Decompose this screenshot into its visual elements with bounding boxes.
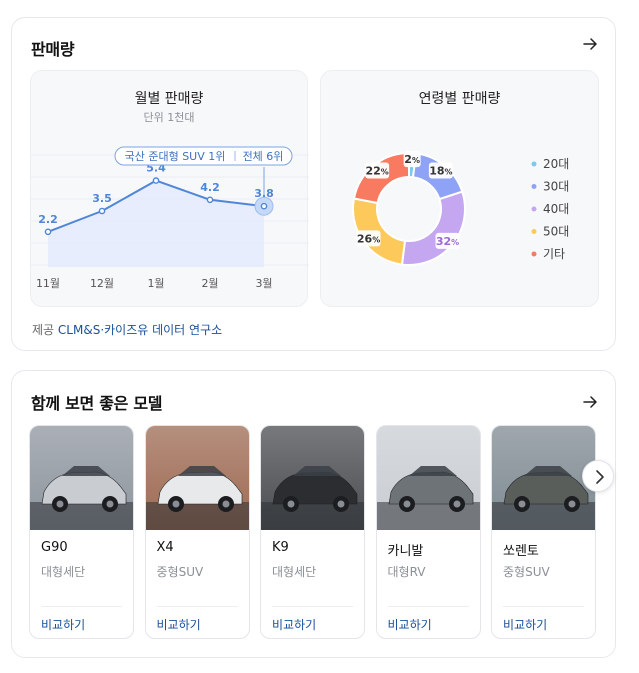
donut-slice [400, 190, 466, 266]
model-photo [261, 426, 364, 530]
legend-swatch [531, 251, 537, 257]
badge-segment-rank: 국산 준대형 SUV 1위 [125, 150, 226, 163]
legend-label: 20대 [543, 157, 569, 171]
data-label: 3.5 [92, 192, 112, 205]
x-tick-label: 3월 [255, 277, 272, 290]
model-card[interactable]: K9 대형세단비교하기 [260, 425, 365, 639]
data-point [206, 196, 214, 204]
data-point [260, 202, 268, 210]
data-source: 제공 CLM&S·카이즈유 데이터 연구소 [32, 321, 222, 338]
monthly-line-chart: 2.211월3.512월5.41월4.22월3.83월국산 준대형 SUV 1위… [31, 146, 309, 290]
source-name[interactable]: CLM&S·카이즈유 데이터 연구소 [58, 323, 222, 337]
model-name: 카니발 [387, 544, 424, 559]
legend-label: 30대 [543, 180, 569, 194]
data-label: 4.2 [200, 181, 220, 194]
legend-swatch [531, 206, 537, 212]
model-type: 대형세단 [41, 565, 86, 579]
model-photo [376, 426, 480, 530]
source-prefix: 제공 [32, 323, 55, 337]
age-sales-panel: 연령별 판매량 2% 18% 32% 26% 22% 20대 30대 40대 50대 기타 [320, 70, 599, 307]
model-type: 중형SUV [503, 565, 550, 579]
badge-segment-overall: 전체 6위 [243, 150, 284, 163]
legend-swatch [531, 184, 537, 189]
x-tick-label: 11월 [36, 277, 60, 290]
model-name: K9 [272, 540, 289, 555]
x-tick-label: 1월 [147, 277, 164, 290]
line-area [48, 180, 264, 267]
related-models-title: 함께 보면 좋은 모델 [31, 394, 163, 413]
model-divider [41, 606, 122, 607]
data-point [152, 177, 160, 184]
model-name: X4 [156, 540, 174, 555]
compare-link[interactable]: 비교하기 [272, 616, 316, 633]
compare-link[interactable]: 비교하기 [157, 616, 201, 633]
model-photo [492, 426, 595, 530]
x-tick-label: 2월 [201, 277, 218, 290]
data-label: 2.2 [38, 213, 58, 226]
compare-link[interactable]: 비교하기 [503, 616, 547, 633]
model-divider [503, 606, 584, 607]
sales-title: 판매량 [31, 40, 75, 59]
data-point [44, 228, 52, 236]
carousel-next-button[interactable] [582, 460, 614, 492]
model-card[interactable]: 쏘렌토중형SUV 비교하기 [491, 425, 596, 639]
model-name: 쏘렌토 [503, 544, 539, 559]
model-divider [156, 606, 238, 607]
legend-label: 기타 [543, 247, 565, 261]
monthly-sales-panel: 월별 판매량 단위 1천대 2.2 11월 3.5 12월 5.4 1월 4.2 2월 3.8 3… [30, 70, 309, 307]
related-models-more-arrow-icon[interactable] [581, 393, 599, 411]
sales-more-arrow-icon[interactable] [581, 35, 599, 53]
data-label: 3.8 [254, 187, 274, 200]
model-carousel: G90 대형세단 비교하기 X4 중형SUV 비교하기 K9 대형세단 비교하기… [29, 425, 617, 640]
model-divider [272, 606, 353, 607]
compare-link[interactable]: 비교하기 [388, 616, 432, 633]
x-tick-label: 12월 [90, 277, 114, 290]
model-type: 중형SUV [156, 565, 204, 579]
legend-label: 50대 [543, 225, 569, 239]
legend-swatch [531, 161, 537, 167]
model-type: 대형세단 [272, 565, 317, 579]
model-photo [145, 426, 249, 530]
data-point [98, 207, 106, 215]
model-divider [387, 606, 469, 607]
model-card[interactable]: G90 대형세단비교하기 [29, 425, 134, 639]
compare-link[interactable]: 비교하기 [41, 616, 85, 633]
chevron-right-icon [596, 470, 604, 484]
model-card[interactable]: X4 중형SUV 비교하기 [144, 425, 250, 639]
sales-card: 판매량 월별 판매량 단위 1천대 2.2 11월 3.5 12월 5.4 1월 4.2 2월… [11, 17, 616, 351]
related-models-card: 함께 보면 좋은 모델 G90 대형세단 비교하기 X4 중형SUV 비교하기 … [11, 370, 616, 658]
model-card[interactable]: 카니발대형RV 비교하기 [375, 425, 481, 639]
model-type: 대형RV [387, 565, 426, 579]
model-photo [30, 426, 133, 530]
legend-swatch [531, 229, 537, 234]
age-donut-chart: 2%18%32%26%22%20대30대40대50대기타 [352, 151, 569, 266]
model-name: G90 [41, 540, 68, 555]
legend-label: 40대 [543, 202, 569, 216]
